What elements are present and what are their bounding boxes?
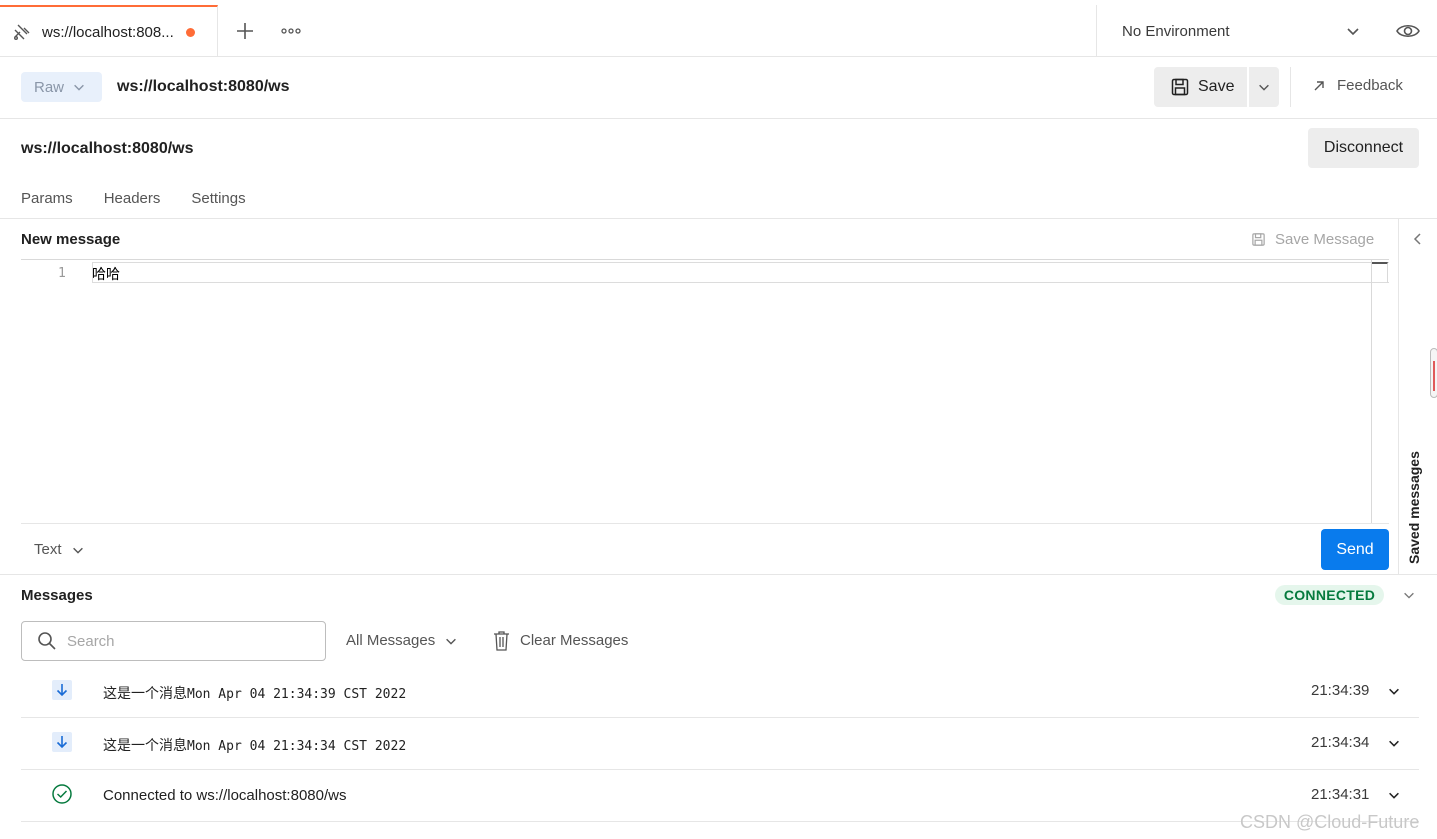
send-button[interactable]: Send <box>1321 529 1389 570</box>
search-icon <box>38 632 56 650</box>
watermark: CSDN @Cloud-Future <box>1240 812 1420 832</box>
tab-bar: ws://localhost:808... No Environment <box>0 5 1437 57</box>
request-tab[interactable]: ws://localhost:808... <box>0 5 218 57</box>
scroll-indicator <box>1433 361 1435 391</box>
clear-messages-button[interactable]: Clear Messages <box>493 630 628 651</box>
tab-title: ws://localhost:808... <box>42 23 174 41</box>
eye-icon[interactable] <box>1395 19 1421 43</box>
chevron-down-icon <box>1347 28 1359 36</box>
tab-settings[interactable]: Settings <box>191 190 245 207</box>
new-tab-plus-icon[interactable] <box>232 18 258 44</box>
message-row[interactable]: 这是一个消息Mon Apr 04 21:34:39 CST 2022 21:34… <box>21 666 1419 718</box>
mode-selector[interactable]: Raw <box>21 72 102 102</box>
unsaved-indicator <box>185 27 195 37</box>
chevron-down-icon <box>446 638 457 645</box>
message-search[interactable] <box>21 621 326 661</box>
editor-scrollbar-track <box>1371 260 1372 524</box>
chevron-down-icon <box>1259 84 1269 91</box>
environment-selector[interactable]: No Environment <box>1096 5 1379 57</box>
tab-params[interactable]: Params <box>21 190 73 207</box>
new-message-title: New message <box>21 231 121 248</box>
active-line-highlight <box>92 262 1389 283</box>
more-options-icon[interactable] <box>278 18 304 44</box>
messages-title: Messages <box>21 587 93 604</box>
divider <box>0 218 1437 219</box>
environment-label: No Environment <box>1122 22 1230 40</box>
save-message-label: Save Message <box>1275 231 1375 248</box>
disconnect-button[interactable]: Disconnect <box>1308 128 1419 168</box>
chevron-left-icon[interactable] <box>1412 232 1424 246</box>
trash-icon <box>494 631 509 651</box>
chevron-down-icon[interactable] <box>1387 788 1401 802</box>
message-text-date: Mon Apr 04 21:34:39 CST 2022 <box>187 687 407 702</box>
saved-messages-label[interactable]: Saved messages <box>1406 451 1422 564</box>
editor-scrollbar[interactable] <box>1372 262 1388 283</box>
connection-url[interactable]: ws://localhost:8080/ws <box>21 140 194 158</box>
save-icon <box>1252 233 1265 246</box>
message-text: 这是一个消息Mon Apr 04 21:34:39 CST 2022 <box>103 683 406 703</box>
chevron-down-icon[interactable] <box>1387 684 1401 698</box>
message-format-label: Text <box>34 541 62 558</box>
incoming-arrow-icon <box>52 680 72 700</box>
websocket-icon <box>14 24 30 40</box>
request-title[interactable]: ws://localhost:8080/ws <box>117 78 290 96</box>
divider <box>1290 67 1291 107</box>
chevron-down-icon[interactable] <box>1387 736 1401 750</box>
mode-label: Raw <box>34 78 65 96</box>
message-filter-label: All Messages <box>346 632 436 649</box>
save-message-button[interactable]: Save Message <box>1251 231 1374 248</box>
chevron-down-icon <box>72 547 83 554</box>
save-icon <box>1171 78 1189 96</box>
save-options-button[interactable] <box>1249 67 1279 107</box>
editor-content[interactable]: 哈哈 <box>92 264 120 284</box>
incoming-arrow-icon <box>52 732 72 752</box>
message-text-cn: 这是一个消息 <box>103 737 187 753</box>
divider <box>0 118 1437 119</box>
tab-headers[interactable]: Headers <box>104 190 161 207</box>
line-number: 1 <box>58 266 66 281</box>
message-row[interactable]: Connected to ws://localhost:8080/ws 21:3… <box>21 770 1419 822</box>
message-row[interactable]: 这是一个消息Mon Apr 04 21:34:34 CST 2022 21:34… <box>21 718 1419 770</box>
arrow-up-right-icon <box>1314 80 1324 90</box>
divider <box>0 574 1437 575</box>
message-text: 这是一个消息Mon Apr 04 21:34:34 CST 2022 <box>103 735 406 755</box>
message-editor[interactable]: 1 哈哈 <box>21 259 1389 524</box>
chevron-down-icon <box>74 84 84 91</box>
panel-scrollbar[interactable] <box>1430 348 1437 398</box>
check-circle-icon <box>52 784 72 804</box>
message-text-cn: 这是一个消息 <box>103 685 187 701</box>
clear-messages-label: Clear Messages <box>520 632 629 649</box>
connection-status-badge: CONNECTED <box>1275 585 1384 605</box>
feedback-link[interactable]: Feedback <box>1313 77 1403 94</box>
divider <box>21 523 1389 524</box>
message-text: Connected to ws://localhost:8080/ws <box>103 787 347 804</box>
message-format-selector[interactable]: Text <box>34 541 85 558</box>
message-time: 21:34:31 <box>1311 786 1370 803</box>
message-time: 21:34:39 <box>1311 682 1370 699</box>
saved-messages-panel[interactable]: Saved messages <box>1398 219 1437 575</box>
search-input[interactable] <box>67 632 307 650</box>
save-label: Save <box>1198 78 1235 95</box>
save-button[interactable]: Save <box>1154 67 1247 107</box>
message-time: 21:34:34 <box>1311 734 1370 751</box>
message-filter-dropdown[interactable]: All Messages <box>346 632 458 649</box>
feedback-label: Feedback <box>1337 77 1403 94</box>
message-text-date: Mon Apr 04 21:34:34 CST 2022 <box>187 739 407 754</box>
request-subtabs: Params Headers Settings <box>21 190 246 207</box>
chevron-down-icon[interactable] <box>1402 588 1416 602</box>
